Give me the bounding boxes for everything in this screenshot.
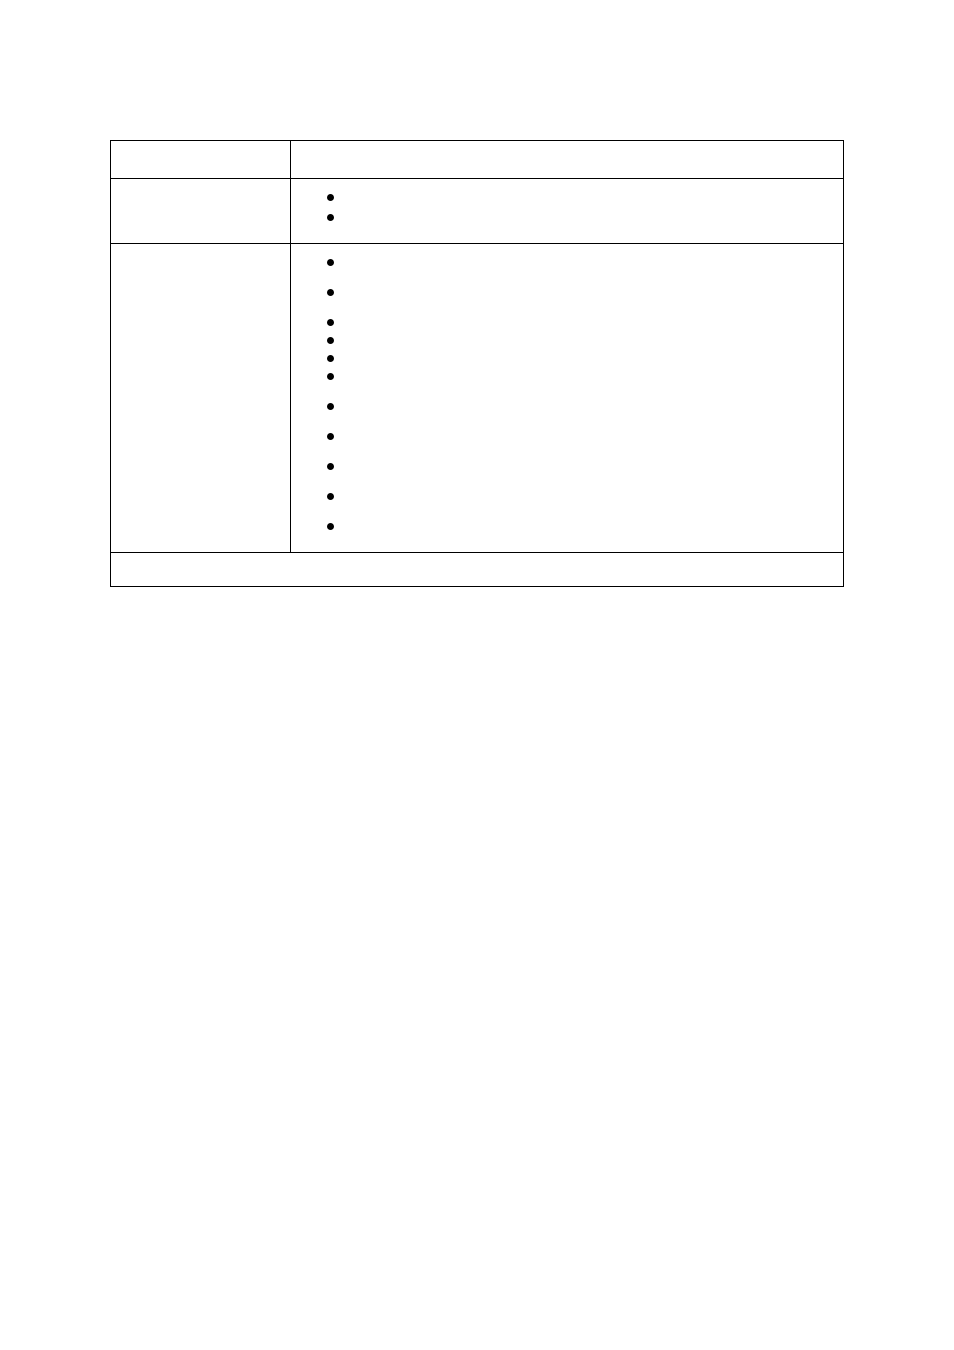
header-left-cell: [111, 141, 291, 179]
list-item: [303, 458, 831, 474]
content-table: [110, 140, 844, 587]
list-item: [303, 284, 831, 300]
table-row: [111, 244, 844, 553]
list-item: [303, 428, 831, 444]
list-item: [303, 488, 831, 504]
bullet-list: [303, 189, 831, 225]
list-item: [303, 209, 831, 225]
list-item: [303, 314, 831, 330]
list-item: [303, 350, 831, 366]
table-footer-row: [111, 553, 844, 587]
row-label-cell: [111, 244, 291, 553]
list-item: [303, 368, 831, 384]
row-content-cell: [291, 244, 844, 553]
footer-cell: [111, 553, 844, 587]
header-right-cell: [291, 141, 844, 179]
row-content-cell: [291, 179, 844, 244]
list-item: [303, 398, 831, 414]
list-item: [303, 332, 831, 348]
list-item: [303, 518, 831, 534]
list-item: [303, 189, 831, 205]
row-label-cell: [111, 179, 291, 244]
table-row: [111, 179, 844, 244]
list-item: [303, 254, 831, 270]
table-header-row: [111, 141, 844, 179]
bullet-list: [303, 254, 831, 534]
